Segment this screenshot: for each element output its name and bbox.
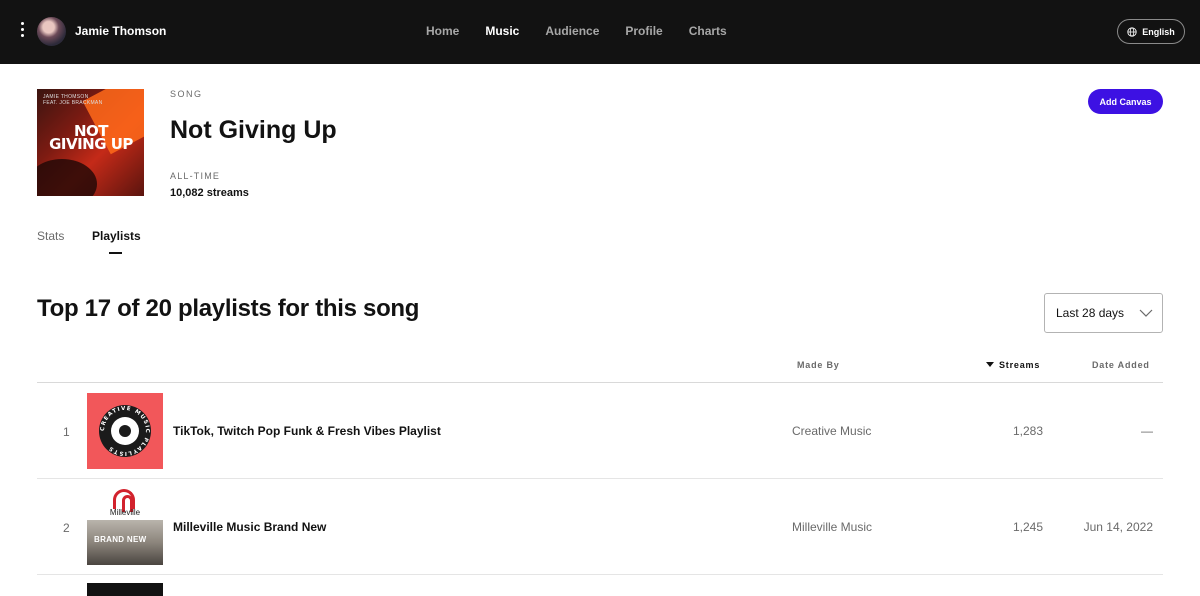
- playlist-date-added: —: [1141, 424, 1153, 438]
- alltime-streams: 10,082 streams: [170, 187, 249, 199]
- user-name[interactable]: Jamie Thomson: [75, 24, 166, 38]
- nav-audience[interactable]: Audience: [545, 24, 599, 38]
- globe-icon: [1127, 26, 1137, 37]
- add-canvas-button[interactable]: Add Canvas: [1088, 89, 1163, 114]
- column-header-made-by: Made By: [797, 360, 840, 370]
- vinyl-record-icon: CREATIVE MUSIC PLAYLISTS: [100, 406, 150, 456]
- playlist-streams: 1,245: [1012, 520, 1043, 534]
- date-range-select[interactable]: Last 28 days: [1044, 293, 1163, 333]
- thumbnail-caption: BRAND NEW: [94, 535, 147, 544]
- playlist-thumbnail[interactable]: [87, 583, 163, 596]
- table-row[interactable]: 1 CREATIVE MUSIC PLAYLISTS TikTok, Twitc…: [37, 383, 1163, 479]
- row-rank: 2: [63, 521, 70, 535]
- more-menu-icon[interactable]: [20, 22, 26, 42]
- playlist-streams: 1,283: [1012, 424, 1043, 438]
- row-rank: 1: [63, 425, 70, 439]
- column-header-date-added[interactable]: Date Added: [1092, 360, 1150, 370]
- main-nav: Home Music Audience Profile Charts: [426, 24, 753, 38]
- nav-music[interactable]: Music: [485, 24, 519, 38]
- alltime-label: ALL-TIME: [170, 171, 221, 181]
- playlist-date-added: Jun 14, 2022: [1083, 520, 1153, 534]
- tab-stats[interactable]: Stats: [37, 229, 64, 243]
- cover-artist-text: JAMIE THOMSON FEAT. JOE BRACKMAN: [43, 94, 103, 106]
- avatar[interactable]: [37, 17, 66, 46]
- nav-charts[interactable]: Charts: [689, 24, 727, 38]
- playlist-made-by: Creative Music: [792, 424, 872, 438]
- playlist-thumbnail[interactable]: Milleville BRAND NEW: [87, 489, 163, 565]
- chevron-down-icon: [1139, 309, 1153, 317]
- column-header-streams[interactable]: Streams: [986, 360, 1040, 370]
- top-bar: Jamie Thomson Home Music Audience Profil…: [0, 0, 1200, 64]
- language-label: English: [1142, 26, 1175, 37]
- playlist-name[interactable]: Milleville Music Brand New: [173, 520, 326, 534]
- playlist-name[interactable]: TikTok, Twitch Pop Funk & Fresh Vibes Pl…: [173, 424, 441, 438]
- milleville-logo-icon: [113, 489, 135, 512]
- nav-home[interactable]: Home: [426, 24, 459, 38]
- table-row[interactable]: 2 Milleville BRAND NEW Milleville Music …: [37, 479, 1163, 575]
- svg-text:CREATIVE MUSIC PLAYLISTS: CREATIVE MUSIC PLAYLISTS: [100, 406, 150, 456]
- song-title: Not Giving Up: [170, 116, 337, 144]
- thumbnail-brand: Milleville: [109, 508, 141, 517]
- active-tab-indicator: [109, 252, 122, 254]
- cover-title-text: NOT GIVING UP: [49, 122, 133, 153]
- song-kicker: SONG: [170, 89, 203, 99]
- language-button[interactable]: English: [1117, 19, 1185, 44]
- sort-desc-icon: [986, 362, 994, 367]
- playlist-thumbnail[interactable]: CREATIVE MUSIC PLAYLISTS: [87, 393, 163, 469]
- song-cover-art: JAMIE THOMSON FEAT. JOE BRACKMAN NOT GIV…: [37, 89, 144, 196]
- nav-profile[interactable]: Profile: [625, 24, 662, 38]
- playlist-made-by: Milleville Music: [792, 520, 873, 534]
- section-title: Top 17 of 20 playlists for this song: [37, 295, 420, 322]
- tab-playlists[interactable]: Playlists: [92, 229, 141, 243]
- date-range-value: Last 28 days: [1056, 306, 1125, 320]
